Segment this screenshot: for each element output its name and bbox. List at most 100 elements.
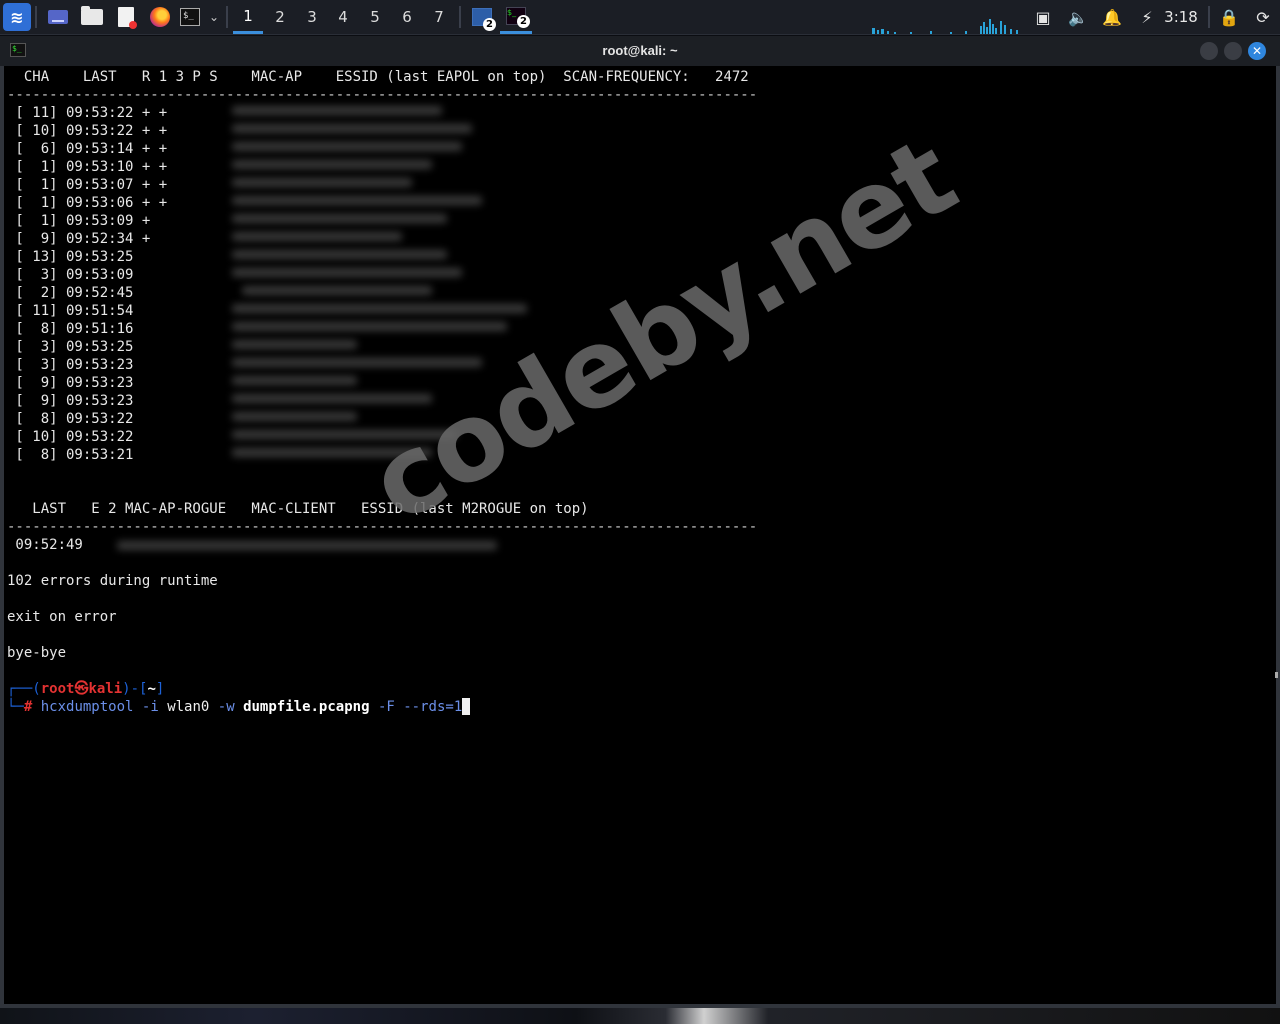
ap-table-row: [ 1] 09:53:06 + + — [7, 195, 168, 211]
ap-table-divider: ----------------------------------------… — [7, 87, 758, 103]
ap-table-row: [ 3] 09:53:09 — [7, 267, 134, 283]
ap-table-row: [ 11] 09:53:22 + + — [7, 105, 168, 121]
terminal-icon: $_ — [180, 8, 200, 26]
ap-table-row: [ 10] 09:53:22 + + — [7, 123, 168, 139]
network-activity-graph — [872, 19, 1018, 34]
kali-menu-icon: ≋ — [3, 3, 31, 31]
notifications-tray-button[interactable]: 🔔 — [1097, 0, 1127, 34]
redacted-text — [232, 250, 447, 259]
ap-table-header: CHA LAST R 1 3 P S MAC-AP ESSID (last EA… — [7, 69, 749, 85]
window-count-badge: 2 — [517, 15, 530, 28]
power-manager-tray-button[interactable]: ⚡ — [1132, 0, 1162, 34]
desktop-wallpaper — [0, 1008, 1280, 1024]
window-title: root@kali: ~ — [602, 43, 678, 58]
command-tool: hcxdumptool — [40, 699, 134, 715]
redacted-text — [232, 358, 482, 367]
resize-handle[interactable] — [1275, 672, 1278, 678]
ap-table-row: [ 8] 09:51:16 — [7, 321, 134, 337]
taskbar-separator — [459, 6, 461, 28]
task-button-terminal[interactable]: $_ 2 — [500, 0, 532, 34]
redacted-text — [232, 106, 442, 115]
redacted-text — [232, 322, 507, 331]
redacted-text — [232, 196, 482, 205]
workspace-5[interactable]: 5 — [360, 0, 390, 34]
redacted-text — [232, 124, 472, 133]
workspace-7[interactable]: 7 — [424, 0, 454, 34]
rogue-table-header: LAST E 2 MAC-AP-ROGUE MAC-CLIENT ESSID (… — [7, 501, 589, 517]
logout-button[interactable]: ⟳ — [1248, 0, 1278, 34]
ap-table-row: [ 3] 09:53:25 — [7, 339, 134, 355]
taskbar-separator — [35, 6, 37, 28]
network-icon: ▣ — [1035, 7, 1051, 27]
maximize-button[interactable] — [1224, 42, 1242, 60]
shell-command-line[interactable]: └─# hcxdumptool -i wlan0 -w dumpfile.pca… — [7, 698, 471, 716]
terminal-launcher[interactable]: $_ — [177, 0, 203, 34]
redacted-text — [232, 232, 402, 241]
show-desktop-button[interactable] — [45, 0, 71, 34]
ap-table-row: [ 1] 09:53:09 + — [7, 213, 151, 229]
redacted-text — [232, 412, 357, 421]
watermark: codeby.net — [350, 114, 975, 548]
logout-icon: ⟳ — [1256, 7, 1270, 27]
ap-table-row: [ 1] 09:53:10 + + — [7, 159, 168, 175]
redacted-text — [232, 268, 462, 277]
file-manager-icon — [81, 6, 103, 25]
redacted-text — [232, 178, 412, 187]
file-manager-launcher[interactable] — [79, 0, 105, 34]
terminal-window: $_ root@kali: ~ ✕ CHA LAST R 1 3 P S MAC… — [0, 36, 1280, 1008]
text-editor-launcher[interactable] — [113, 0, 139, 34]
redacted-text — [117, 541, 497, 550]
lock-screen-button[interactable]: 🔒 — [1214, 0, 1244, 34]
ap-table-row: [ 2] 09:52:45 — [7, 285, 134, 301]
redacted-text — [232, 160, 432, 169]
workspace-2[interactable]: 2 — [265, 0, 295, 34]
error-count-message: 102 errors during runtime — [7, 573, 218, 589]
redacted-text — [232, 376, 357, 385]
desktop-icon — [48, 10, 68, 24]
workspace-4[interactable]: 4 — [328, 0, 358, 34]
clock[interactable]: 3:18 — [1161, 0, 1201, 34]
chevron-down-icon: ⌄ — [208, 10, 220, 24]
redacted-text — [232, 394, 432, 403]
ap-table-row: [ 1] 09:53:07 + + — [7, 177, 168, 193]
redacted-text — [242, 286, 432, 295]
kali-menu-button[interactable]: ≋ — [2, 0, 32, 34]
workspace-6[interactable]: 6 — [392, 0, 422, 34]
bell-icon: 🔔 — [1102, 7, 1122, 27]
taskbar-separator — [226, 6, 228, 28]
volume-icon: 🔈 — [1068, 7, 1088, 27]
task-button-group-1[interactable]: 2 — [466, 0, 498, 34]
redacted-text — [232, 142, 462, 151]
firefox-launcher[interactable] — [147, 0, 173, 34]
close-button[interactable]: ✕ — [1248, 42, 1266, 60]
ap-table-row: [ 9] 09:53:23 — [7, 393, 134, 409]
exit-message: exit on error — [7, 609, 117, 625]
rogue-table-row: 09:52:49 — [7, 537, 83, 553]
redacted-text — [232, 214, 447, 223]
taskbar: ≋ $_ ⌄ 1 2 3 4 5 6 7 2 $_ 2 ▣ 🔈 🔔 ⚡ 3:18… — [0, 0, 1280, 35]
ap-table-row: [ 8] 09:53:22 — [7, 411, 134, 427]
launcher-dropdown[interactable]: ⌄ — [206, 0, 222, 34]
redacted-text — [232, 340, 357, 349]
ap-table-row: [ 6] 09:53:14 + + — [7, 141, 168, 157]
workspace-3[interactable]: 3 — [297, 0, 327, 34]
network-tray-button[interactable]: ▣ — [1028, 0, 1058, 34]
power-icon: ⚡ — [1141, 7, 1153, 27]
terminal-output[interactable]: CHA LAST R 1 3 P S MAC-AP ESSID (last EA… — [7, 66, 1272, 1004]
workspace-1[interactable]: 1 — [233, 0, 263, 34]
volume-tray-button[interactable]: 🔈 — [1063, 0, 1093, 34]
ap-table-row: [ 9] 09:52:34 + — [7, 231, 151, 247]
text-cursor — [462, 698, 471, 715]
minimize-button[interactable] — [1200, 42, 1218, 60]
shell-prompt-line-1: ┌──(root㉿kali)-[~] — [7, 681, 165, 697]
lock-icon: 🔒 — [1219, 7, 1239, 27]
window-count-badge: 2 — [483, 18, 496, 31]
redacted-text — [232, 304, 527, 313]
ap-table-row: [ 11] 09:51:54 — [7, 303, 134, 319]
ap-table-row: [ 10] 09:53:22 — [7, 429, 134, 445]
taskbar-separator — [1208, 6, 1210, 28]
text-editor-icon — [118, 7, 137, 29]
firefox-icon — [150, 7, 170, 27]
window-titlebar[interactable]: $_ root@kali: ~ ✕ — [0, 36, 1280, 66]
ap-table-row: [ 9] 09:53:23 — [7, 375, 134, 391]
